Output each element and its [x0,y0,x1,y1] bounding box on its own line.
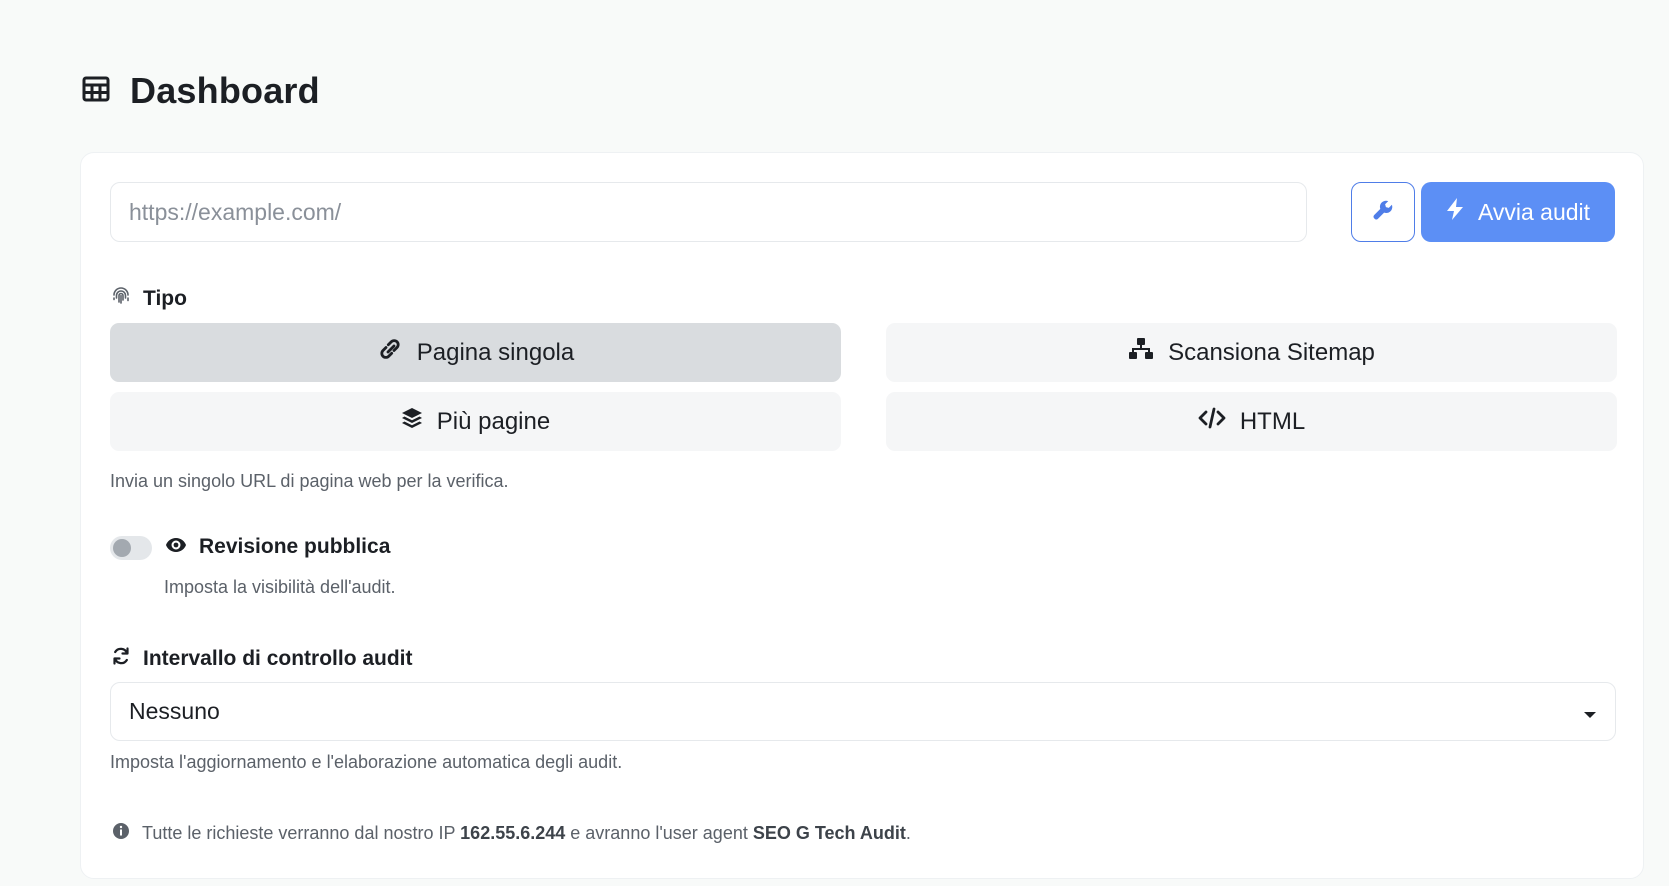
url-input[interactable] [110,182,1307,242]
start-audit-button[interactable]: Avvia audit [1421,182,1615,242]
type-option-html[interactable]: HTML [886,392,1617,451]
interval-label-text: Intervallo di controllo audit [143,647,413,670]
interval-label: Intervallo di controllo audit [111,646,413,672]
type-option-label: Più pagine [436,407,551,435]
info-circle-icon [112,822,130,845]
page-header: Dashboard [82,70,320,112]
interval-help-text: Imposta l'aggiornamento e l'elaborazione… [110,752,623,772]
page-title: Dashboard [130,70,320,111]
type-option-label: HTML [1239,407,1306,435]
type-help-text: Invia un singolo URL di pagina web per l… [110,471,509,491]
interval-select[interactable]: Nessuno [110,682,1616,741]
notice-ip: 162.55.6.244 [460,823,566,843]
bolt-icon [1446,197,1464,227]
layers-icon [401,407,423,436]
fingerprint-icon [111,286,131,312]
type-option-label: Scansiona Sitemap [1168,338,1375,366]
code-icon [1198,407,1226,436]
type-option-multiple-pages[interactable]: Più pagine [110,392,841,451]
public-review-toggle[interactable] [110,536,152,560]
type-label-text: Tipo [143,287,187,310]
tools-button[interactable] [1351,182,1415,242]
notice-user-agent: SEO G Tech Audit [752,823,906,843]
table-icon [82,76,110,107]
eye-icon [165,535,187,559]
public-review-label-text: Revisione pubblica [199,535,391,558]
type-label: Tipo [111,286,187,312]
chevron-down-icon [1583,698,1597,725]
link-icon [377,338,403,367]
interval-select-value: Nessuno [129,698,220,724]
type-option-sitemap[interactable]: Scansiona Sitemap [886,323,1617,382]
public-review-label: Revisione pubblica [165,535,390,559]
sitemap-icon [1128,337,1154,368]
wrench-icon [1372,199,1394,226]
toggle-knob [113,539,131,557]
type-option-single-page[interactable]: Pagina singola [110,323,841,382]
public-review-help-text: Imposta la visibilità dell'audit. [164,577,396,597]
notice-text: Tutte le richieste verranno dal nostro I… [142,823,911,843]
refresh-icon [111,646,131,672]
type-option-label: Pagina singola [416,338,575,366]
ip-notice: Tutte le richieste verranno dal nostro I… [112,822,911,845]
start-audit-label: Avvia audit [1477,198,1591,225]
